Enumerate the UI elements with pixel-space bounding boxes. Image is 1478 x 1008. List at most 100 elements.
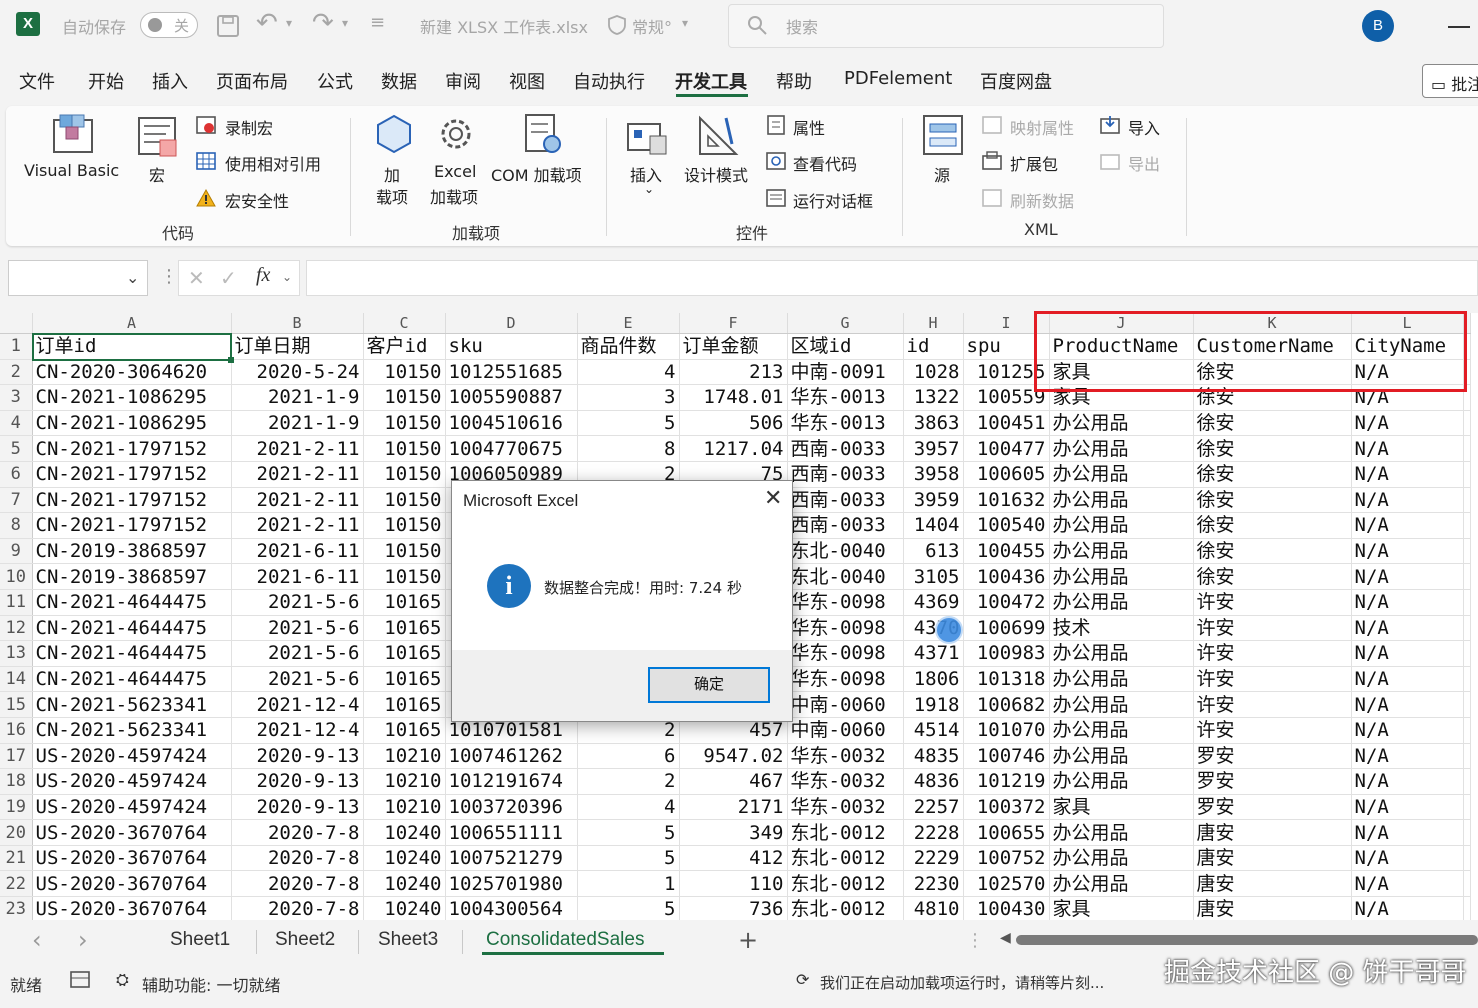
cell[interactable]: 100455 (963, 538, 1050, 565)
cell[interactable]: CN-2021-1086295 (32, 384, 232, 411)
insert-function-icon[interactable]: fx (256, 264, 270, 287)
properties-icon[interactable] (766, 115, 786, 135)
cell[interactable]: 5 (577, 819, 680, 846)
cell[interactable]: 10150 (363, 410, 446, 437)
cell[interactable]: 罗安 (1193, 768, 1352, 795)
cell[interactable]: 613 (903, 538, 964, 565)
column-header[interactable]: A (32, 313, 232, 334)
cell[interactable]: 西南-0033 (787, 512, 904, 539)
cell[interactable]: sku (445, 333, 578, 360)
cell[interactable]: N/A (1351, 487, 1464, 514)
cell[interactable]: 2021-5-6 (231, 666, 364, 693)
record-macro-icon[interactable] (196, 115, 216, 135)
file-name[interactable]: 新建 XLSX 工作表.xlsx (420, 14, 588, 38)
cell[interactable]: 10150 (363, 512, 446, 539)
cell[interactable]: 办公用品 (1049, 845, 1194, 872)
cell[interactable]: 徐安 (1193, 435, 1352, 462)
tab-page-layout[interactable]: 页面布局 (216, 68, 288, 94)
cell[interactable]: 10210 (363, 794, 446, 821)
cell[interactable]: 506 (679, 410, 788, 437)
cell[interactable]: 8 (577, 435, 680, 462)
cell[interactable]: 4810 (903, 896, 964, 920)
cell[interactable]: N/A (1351, 538, 1464, 565)
cell[interactable]: 4371 (903, 640, 964, 667)
cell[interactable]: 3957 (903, 435, 964, 462)
row-header[interactable]: 12 (0, 615, 33, 642)
addins-label-line2[interactable]: 载项 (376, 184, 408, 208)
cell[interactable]: 东北-0012 (787, 819, 904, 846)
cell[interactable]: CN-2021-1797152 (32, 512, 232, 539)
cell[interactable]: 10240 (363, 845, 446, 872)
row-header[interactable]: 18 (0, 768, 33, 795)
cell[interactable]: 中南-0060 (787, 691, 904, 718)
cell[interactable]: 2021-12-4 (231, 691, 364, 718)
tab-developer[interactable]: 开发工具 (675, 68, 747, 94)
column-header[interactable]: B (231, 313, 364, 334)
cell[interactable]: 10240 (363, 870, 446, 898)
cell[interactable]: 华东-0098 (787, 589, 904, 616)
cell[interactable]: 213 (679, 359, 788, 386)
row-header[interactable]: 9 (0, 538, 33, 565)
cell[interactable]: 10165 (363, 717, 446, 744)
cell[interactable]: 101070 (963, 717, 1050, 744)
cell[interactable]: 10150 (363, 359, 446, 386)
cell[interactable]: 办公用品 (1049, 819, 1194, 846)
cell[interactable]: 华东-0032 (787, 743, 904, 770)
row-header[interactable]: 1 (0, 333, 33, 360)
cell[interactable]: 2021-1-9 (231, 410, 364, 437)
cell[interactable]: 2021-5-6 (231, 615, 364, 642)
cell[interactable]: 2230 (903, 870, 964, 898)
cell[interactable] (1463, 410, 1471, 437)
more-options-icon[interactable]: ⋮ (160, 266, 178, 287)
expansion-pack-label[interactable]: 扩展包 (1010, 151, 1058, 175)
row-header[interactable]: 7 (0, 487, 33, 514)
cell[interactable] (1463, 640, 1471, 667)
cell[interactable] (1463, 512, 1471, 539)
cell[interactable]: 罗安 (1193, 794, 1352, 821)
cell[interactable]: 101219 (963, 768, 1050, 795)
xml-source-icon[interactable] (922, 114, 966, 158)
cell[interactable]: 罗安 (1193, 743, 1352, 770)
cell[interactable] (1463, 896, 1471, 920)
cell[interactable]: 10150 (363, 435, 446, 462)
tab-view[interactable]: 视图 (509, 68, 545, 94)
cell[interactable]: 办公用品 (1049, 666, 1194, 693)
cell[interactable] (1463, 563, 1471, 590)
redo-icon[interactable]: ↷ (312, 8, 334, 38)
cell[interactable]: 华东-0013 (787, 410, 904, 437)
cell[interactable]: 4 (577, 359, 680, 386)
cell[interactable]: 100605 (963, 461, 1050, 488)
cell[interactable]: 349 (679, 819, 788, 846)
row-header[interactable]: 13 (0, 640, 33, 667)
cell[interactable]: 1003720396 (445, 794, 578, 821)
comments-button[interactable]: ▭ 批注 (1422, 64, 1478, 98)
cell[interactable]: CN-2021-4644475 (32, 666, 232, 693)
cell[interactable]: 技术 (1049, 615, 1194, 642)
cell[interactable]: 102570 (963, 870, 1050, 898)
minimize-icon[interactable] (1448, 26, 1470, 28)
cell[interactable]: 办公用品 (1049, 563, 1194, 590)
tab-file[interactable]: 文件 (19, 68, 55, 94)
close-icon[interactable]: ✕ (764, 486, 782, 511)
addins-icon[interactable] (372, 112, 416, 158)
cell[interactable]: 西南-0033 (787, 461, 904, 488)
accessibility-status[interactable]: 辅助功能: 一切就绪 (142, 972, 280, 996)
macros-label[interactable]: 宏 (149, 162, 165, 186)
redo-dropdown-icon[interactable]: ▾ (342, 16, 348, 30)
cell[interactable]: 1806 (903, 666, 964, 693)
cell[interactable]: 100372 (963, 794, 1050, 821)
row-header[interactable]: 21 (0, 845, 33, 872)
cell[interactable]: CN-2021-1797152 (32, 487, 232, 514)
cell[interactable]: 100436 (963, 563, 1050, 590)
sheet-tab-sheet1[interactable]: Sheet1 (170, 929, 230, 951)
check-icon[interactable]: ✓ (220, 266, 237, 290)
cell[interactable]: 10240 (363, 896, 446, 920)
insert-dropdown-icon[interactable]: ⌄ (644, 182, 654, 196)
cell[interactable]: 西南-0033 (787, 435, 904, 462)
cell[interactable]: US-2020-3670764 (32, 870, 232, 898)
cell[interactable]: 徐安 (1193, 410, 1352, 437)
horizontal-scrollbar[interactable] (1016, 935, 1478, 945)
cell[interactable]: 2021-5-6 (231, 589, 364, 616)
cell[interactable]: US-2020-3670764 (32, 845, 232, 872)
expansion-pack-icon[interactable] (982, 151, 1002, 171)
